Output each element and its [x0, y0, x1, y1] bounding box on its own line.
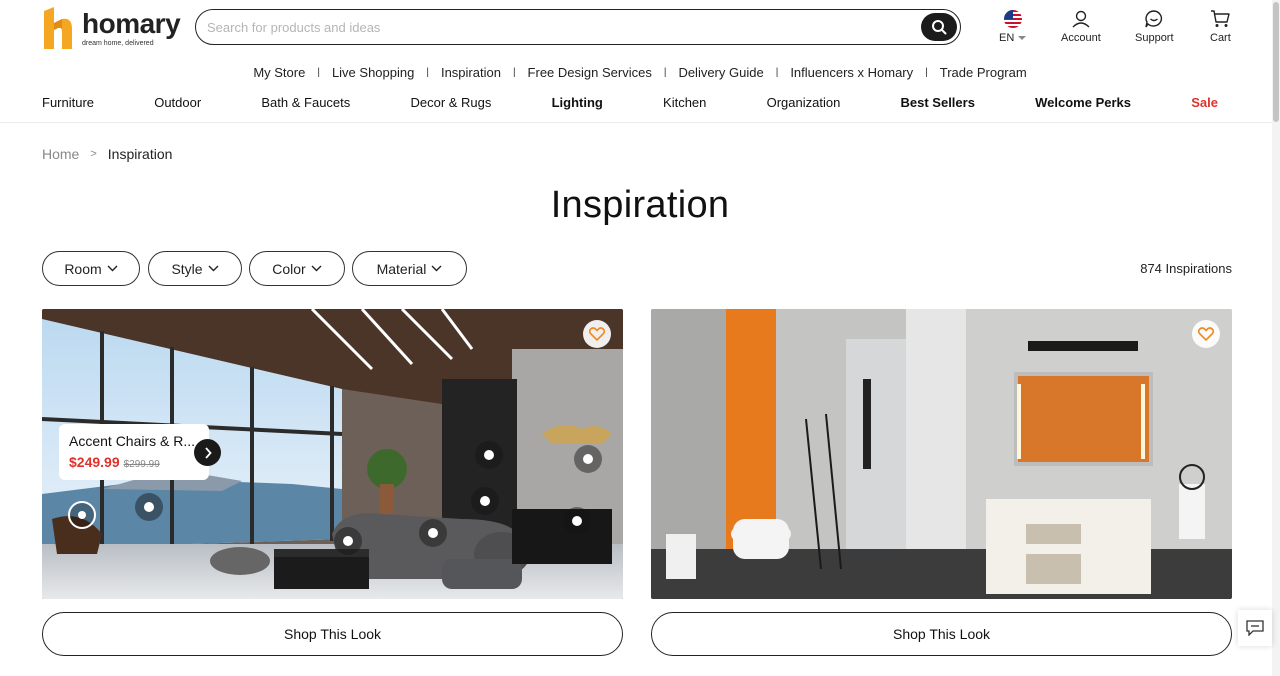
chat-icon — [1246, 620, 1264, 636]
heart-icon — [1198, 327, 1214, 341]
subnav-separator: | — [317, 66, 320, 78]
filter-label: Style — [171, 260, 203, 277]
scrollbar[interactable] — [1272, 0, 1280, 676]
subnav-separator: | — [775, 66, 779, 78]
brand-name: homary — [82, 7, 181, 39]
product-name: Accent Chairs & R... — [69, 433, 196, 449]
category-decor-rugs[interactable]: Decor & Rugs — [410, 95, 491, 113]
category-bath-faucets[interactable]: Bath & Faucets — [261, 95, 350, 113]
logo-mark-icon — [42, 7, 74, 49]
filter-room[interactable]: Room — [42, 251, 140, 286]
product-hotspot[interactable] — [135, 493, 163, 521]
shop-this-look-label: Shop This Look — [283, 626, 382, 642]
category-outdoor[interactable]: Outdoor — [154, 95, 201, 113]
favorite-button[interactable] — [1192, 320, 1220, 348]
cart-icon — [1211, 10, 1231, 27]
caret-down-icon — [1018, 36, 1027, 40]
header-divider — [0, 122, 1272, 123]
brand-tagline: dream home, delivered — [82, 39, 154, 47]
subnav-separator: | — [426, 66, 429, 78]
chevron-down-icon — [107, 265, 118, 272]
account-label: Account — [1061, 32, 1101, 44]
subnav-inspiration[interactable]: Inspiration — [441, 65, 501, 80]
search-input[interactable] — [207, 19, 897, 35]
breadcrumb-separator: > — [90, 148, 97, 160]
product-hotspot[interactable] — [574, 445, 602, 473]
filter-color[interactable]: Color — [249, 251, 345, 286]
product-hotspot[interactable] — [334, 527, 362, 555]
search-bar — [195, 9, 961, 45]
breadcrumb-home[interactable]: Home — [42, 146, 79, 162]
inspiration-image-living-room[interactable]: Accent Chairs & R... $249.99 $299.99 — [42, 309, 623, 599]
category-furniture[interactable]: Furniture — [42, 95, 94, 113]
product-hotspot[interactable] — [471, 487, 499, 515]
product-tooltip[interactable]: Accent Chairs & R... $249.99 $299.99 — [59, 424, 209, 480]
subnav-free-design[interactable]: Free Design Services — [528, 65, 652, 80]
subnav-influencers[interactable]: Influencers x Homary — [790, 65, 913, 80]
category-nav: Furniture Outdoor Bath & Faucets Decor &… — [42, 95, 1218, 113]
us-flag-icon — [1004, 10, 1023, 28]
product-hotspot[interactable] — [475, 441, 503, 469]
support-link[interactable]: Support — [1135, 10, 1174, 44]
homary-logo[interactable]: homary dream home, delivered — [42, 6, 182, 50]
filter-label: Room — [64, 260, 102, 277]
breadcrumb-current: Inspiration — [107, 146, 173, 162]
category-best-sellers[interactable]: Best Sellers — [901, 95, 975, 113]
subnav-my-store[interactable]: My Store — [253, 65, 305, 80]
secondary-nav: My Store | Live Shopping | Inspiration |… — [0, 63, 1280, 81]
product-hotspot[interactable] — [419, 519, 447, 547]
search-icon — [932, 20, 947, 35]
category-sale[interactable]: Sale — [1191, 95, 1218, 113]
support-label: Support — [1135, 32, 1174, 44]
filter-label: Material — [376, 260, 427, 277]
product-original-price: $299.99 — [123, 459, 160, 470]
shop-this-look-button[interactable]: Shop This Look — [42, 612, 623, 656]
chevron-right-icon — [204, 446, 212, 459]
support-chat-icon — [1145, 10, 1163, 28]
chevron-down-icon — [431, 265, 442, 272]
product-hotspot[interactable] — [563, 507, 591, 535]
filter-style[interactable]: Style — [148, 251, 242, 286]
user-icon — [1072, 10, 1090, 28]
favorite-button[interactable] — [583, 320, 611, 348]
filter-label: Color — [272, 260, 306, 277]
subnav-separator: | — [925, 66, 928, 78]
shop-this-look-label: Shop This Look — [892, 626, 991, 642]
chevron-down-icon — [311, 265, 322, 272]
product-price: $249.99 — [69, 454, 120, 470]
subnav-trade-program[interactable]: Trade Program — [940, 65, 1027, 80]
filter-material[interactable]: Material — [352, 251, 467, 286]
cart-label: Cart — [1210, 32, 1231, 44]
cart-link[interactable]: Cart — [1210, 10, 1231, 44]
category-lighting[interactable]: Lighting — [552, 95, 603, 113]
inspiration-count: 874 Inspirations — [1140, 261, 1232, 276]
category-kitchen[interactable]: Kitchen — [663, 95, 706, 113]
shop-this-look-button[interactable]: Shop This Look — [651, 612, 1232, 656]
language-label: EN — [999, 32, 1015, 44]
category-organization[interactable]: Organization — [767, 95, 841, 113]
scrollbar-thumb[interactable] — [1273, 2, 1279, 122]
product-hotspot[interactable] — [68, 501, 96, 529]
subnav-delivery-guide[interactable]: Delivery Guide — [678, 65, 763, 80]
heart-icon — [589, 327, 605, 341]
breadcrumb: Home > Inspiration — [42, 146, 172, 162]
account-link[interactable]: Account — [1061, 10, 1101, 44]
subnav-separator: | — [663, 66, 667, 78]
chevron-down-icon — [208, 265, 219, 272]
search-button[interactable] — [921, 13, 957, 41]
bathroom-scene — [651, 309, 1232, 599]
subnav-separator: | — [512, 66, 516, 78]
subnav-live-shopping[interactable]: Live Shopping — [332, 65, 414, 80]
category-welcome-perks[interactable]: Welcome Perks — [1035, 95, 1131, 113]
page-title: Inspiration — [550, 184, 730, 226]
tooltip-next-button[interactable] — [194, 439, 221, 466]
language-selector[interactable]: EN — [999, 10, 1027, 44]
inspiration-image-bathroom[interactable] — [651, 309, 1232, 599]
chat-widget-button[interactable] — [1238, 610, 1272, 646]
